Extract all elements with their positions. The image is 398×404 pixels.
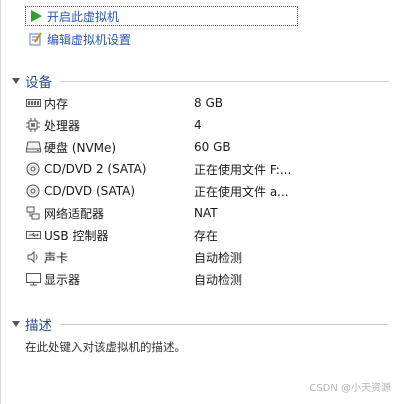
devices-section-title: 设备 [25,75,52,91]
processor-icon [25,117,41,133]
device-name: 处理器 [44,118,81,133]
section-divider [60,80,389,82]
device-value: 存在 [194,228,219,243]
power-on-button[interactable]: 开启此虚拟机 [25,6,298,26]
devices-section-header[interactable]: 设备 [11,72,389,91]
device-name: USB 控制器 [44,228,109,243]
device-value: NAT [194,206,218,220]
device-row-processor[interactable]: 处理器 4 [25,114,395,136]
device-name: 显示器 [44,272,81,287]
speaker-icon [25,249,41,265]
device-name: CD/DVD (SATA) [44,184,136,198]
vm-details-panel: 开启此虚拟机 编辑虚拟机设置 设备 内存 8 GB 处理器 4 硬盘 (NVMe… [0,0,397,404]
play-icon [29,9,43,23]
edit-settings-icon [29,32,43,46]
device-row-sound-card[interactable]: 声卡 自动检测 [25,246,395,268]
edit-settings-button[interactable]: 编辑虚拟机设置 [25,29,131,49]
memory-icon [25,95,41,111]
device-value: 60 GB [194,140,231,154]
device-name: 网络适配器 [44,206,105,221]
cd-dvd-icon [25,161,41,177]
device-value: 8 GB [194,96,223,110]
edit-settings-label: 编辑虚拟机设置 [47,32,132,47]
device-row-cd-dvd[interactable]: CD/DVD (SATA) 正在使用文件 a... [25,180,395,202]
collapse-caret-icon [12,78,20,84]
device-name: 硬盘 (NVMe) [44,140,117,155]
watermark: CSDN @小天资源 [309,383,391,394]
device-value: 正在使用文件 F:... [194,162,292,177]
description-section-header[interactable]: 描述 [11,315,389,334]
cd-dvd-icon [25,183,41,199]
device-value: 正在使用文件 a... [194,184,289,199]
device-name: 内存 [44,96,69,111]
device-name: 声卡 [44,250,69,265]
device-row-display[interactable]: 显示器 自动检测 [25,268,395,290]
device-row-memory[interactable]: 内存 8 GB [25,92,395,114]
usb-icon [25,227,41,243]
description-input[interactable]: 在此处键入对该虚拟机的描述。 [25,339,186,355]
description-section-title: 描述 [25,318,52,334]
device-row-hard-disk[interactable]: 硬盘 (NVMe) 60 GB [25,136,395,158]
hard-disk-icon [25,139,41,155]
device-row-cd-dvd-2[interactable]: CD/DVD 2 (SATA) 正在使用文件 F:... [25,158,395,180]
device-value: 自动检测 [194,250,243,265]
section-divider [60,323,389,325]
collapse-caret-icon [12,321,20,327]
display-icon [25,271,41,287]
device-value: 自动检测 [194,272,243,287]
network-adapter-icon [25,205,41,221]
device-row-usb[interactable]: USB 控制器 存在 [25,224,395,246]
device-name: CD/DVD 2 (SATA) [44,162,147,176]
power-on-label: 开启此虚拟机 [47,9,120,24]
device-value: 4 [194,118,202,132]
device-row-network-adapter[interactable]: 网络适配器 NAT [25,202,395,224]
